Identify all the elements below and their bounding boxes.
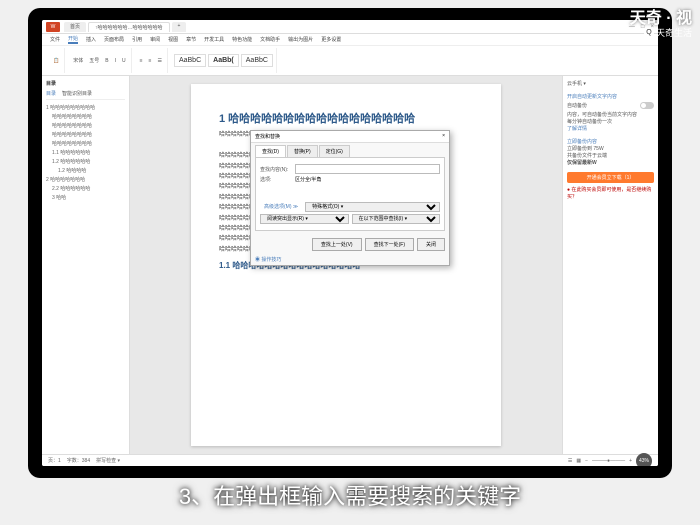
tips-link[interactable]: ◉ 操作技巧	[251, 254, 449, 265]
titlebar: W 首页 ↑哈哈哈哈哈哈…哈哈哈哈哈哈 + — □ ×	[42, 20, 658, 34]
info-text: 立即备份到 75W	[567, 145, 654, 152]
autobackup-label: 自动备份	[567, 102, 587, 109]
learn-more-link[interactable]: 了解详情	[567, 125, 654, 132]
menu-more[interactable]: 更多设置	[321, 36, 341, 43]
toc-item[interactable]: 哈哈哈哈哈哈哈哈	[46, 121, 125, 130]
section-header: 立即备份内容	[567, 138, 654, 145]
highlight-select[interactable]: 阅读突出显示(R) ▾	[260, 214, 349, 224]
section-header: 开启自动更新文字内容	[567, 93, 654, 100]
status-page: 页：1	[48, 457, 61, 464]
menu-file[interactable]: 文件	[50, 36, 60, 43]
bold-icon[interactable]: B	[103, 57, 110, 65]
underline-icon[interactable]: U	[120, 57, 128, 65]
ribbon: 📋 宋体 五号 B I U ≡ ≡ ☰ AaBbC AaBb( AaBbC	[42, 46, 658, 76]
view-mode-icon[interactable]: ▦	[576, 458, 581, 464]
info-text: 共备份文件于云端	[567, 152, 654, 159]
toc-item[interactable]: 哈哈哈哈哈哈哈哈	[46, 112, 125, 121]
advanced-link[interactable]: 高级选项(M) ≫	[260, 201, 302, 212]
hint-text: 内容，可自动备份当前文字内容	[567, 111, 654, 118]
close-button[interactable]: 关闭	[417, 238, 445, 251]
dialog-title: 查找和替换	[255, 133, 280, 140]
status-wordcount: 字数：384	[67, 457, 90, 464]
toc-item[interactable]: 1.2 哈哈哈哈	[46, 166, 125, 175]
special-format-select[interactable]: 特殊格式(O) ▾	[305, 202, 440, 212]
font-select[interactable]: 宋体	[71, 56, 85, 65]
dialog-tab-find[interactable]: 查找(D)	[255, 145, 286, 157]
dialog-tab-goto[interactable]: 定位(G)	[319, 145, 350, 157]
sidebar-title: 目录	[46, 80, 125, 87]
align-left-icon[interactable]: ≡	[138, 57, 145, 65]
menu-view[interactable]: 视图	[168, 36, 178, 43]
app-logo: W	[46, 22, 60, 32]
menu-home[interactable]: 开始	[68, 35, 78, 44]
tab-home[interactable]: 首页	[64, 22, 86, 32]
tutorial-caption: 3、在弹出框输入需要搜索的关键字	[0, 479, 700, 511]
align-center-icon[interactable]: ≡	[147, 57, 154, 65]
right-panel: 云手机 ▾ 开启自动更新文字内容 自动备份 内容，可自动备份当前文字内容 每分钟…	[562, 76, 658, 454]
app-window: W 首页 ↑哈哈哈哈哈哈…哈哈哈哈哈哈 + — □ × 文件 开始 插入 页面布…	[42, 20, 658, 466]
menu-review[interactable]: 审阅	[150, 36, 160, 43]
style-normal[interactable]: AaBbC	[174, 54, 206, 67]
menu-ref[interactable]: 引用	[132, 36, 142, 43]
toc-item[interactable]: 哈哈哈哈哈哈哈哈	[46, 130, 125, 139]
menu-export[interactable]: 输出为图片	[288, 36, 313, 43]
zoom-out-icon[interactable]: −	[585, 458, 588, 464]
dialog-close-icon[interactable]: ×	[442, 133, 445, 140]
toc-item[interactable]: 2 哈哈哈哈哈哈哈	[46, 175, 125, 184]
watermark-sub: 天奇生活	[644, 26, 692, 39]
view-mode-icon[interactable]: ☰	[568, 458, 572, 464]
panel-title[interactable]: 云手机 ▾	[567, 80, 654, 87]
zoom-badge[interactable]: 43%	[636, 453, 652, 467]
nav-sidebar: 目录 目录 智能识别目录 1 哈哈哈哈哈哈哈哈哈 哈哈哈哈哈哈哈哈 哈哈哈哈哈哈…	[42, 76, 130, 454]
footer-hint: ● 在此购买会员即可使用，是否继续购买？	[567, 186, 654, 200]
style-h1[interactable]: AaBb(	[208, 54, 239, 67]
menu-assist[interactable]: 文档助手	[260, 36, 280, 43]
toc-item[interactable]: 3 哈哈	[46, 193, 125, 202]
autobackup-toggle[interactable]	[640, 102, 654, 109]
monitor-frame: W 首页 ↑哈哈哈哈哈哈…哈哈哈哈哈哈 + — □ × 文件 开始 插入 页面布…	[28, 8, 672, 478]
statusbar: 页：1 字数：384 拼写检查 ▾ ☰ ▦ − ———●——— + 43%	[42, 454, 658, 466]
toc-list: 1 哈哈哈哈哈哈哈哈哈 哈哈哈哈哈哈哈哈 哈哈哈哈哈哈哈哈 哈哈哈哈哈哈哈哈 哈…	[46, 103, 125, 202]
info-text: 仅保留最新W	[567, 159, 654, 166]
search-in-select[interactable]: 在以下范围中查找(I) ▾	[352, 214, 441, 224]
find-next-button[interactable]: 查找下一处(F)	[365, 238, 414, 251]
dialog-tab-replace[interactable]: 替换(P)	[287, 145, 318, 157]
style-h2[interactable]: AaBbC	[241, 54, 273, 67]
size-select[interactable]: 五号	[87, 56, 101, 65]
find-label: 查找内容(N):	[260, 166, 292, 173]
hint-text: 每分钟自动备份一次	[567, 118, 654, 125]
zoom-slider[interactable]: ———●———	[592, 458, 625, 464]
options-label: 选项:	[260, 176, 292, 183]
tab-new[interactable]: +	[172, 22, 187, 32]
option-text: 区分全/半角	[295, 176, 321, 183]
toc-item[interactable]: 2.2 哈哈哈哈哈哈	[46, 184, 125, 193]
find-replace-dialog: 查找和替换 × 查找(D) 替换(P) 定位(G) 查找内容(N): 选项: 区…	[250, 130, 450, 266]
sidebar-tab-smart[interactable]: 智能识别目录	[62, 90, 92, 97]
menu-dev[interactable]: 开发工具	[204, 36, 224, 43]
menu-insert[interactable]: 插入	[86, 36, 96, 43]
toc-item[interactable]: 1.2 哈哈哈哈哈哈	[46, 157, 125, 166]
menu-section[interactable]: 章节	[186, 36, 196, 43]
heading-1: 1 哈哈哈哈哈哈哈哈哈哈哈哈哈哈哈哈哈	[219, 112, 473, 127]
toc-item[interactable]: 1 哈哈哈哈哈哈哈哈哈	[46, 103, 125, 112]
main-area: 目录 目录 智能识别目录 1 哈哈哈哈哈哈哈哈哈 哈哈哈哈哈哈哈哈 哈哈哈哈哈哈…	[42, 76, 658, 454]
menu-feature[interactable]: 特色功能	[232, 36, 252, 43]
menu-layout[interactable]: 页面布局	[104, 36, 124, 43]
toc-item[interactable]: 1.1 哈哈哈哈哈哈	[46, 148, 125, 157]
status-spellcheck[interactable]: 拼写检查 ▾	[96, 457, 120, 464]
menubar: 文件 开始 插入 页面布局 引用 审阅 视图 章节 开发工具 特色功能 文档助手…	[42, 34, 658, 46]
tab-document[interactable]: ↑哈哈哈哈哈哈…哈哈哈哈哈哈	[88, 22, 170, 32]
sidebar-tab-toc[interactable]: 目录	[46, 90, 56, 97]
watermark-brand: 天奇 · 视	[630, 4, 692, 28]
find-input[interactable]	[295, 164, 440, 174]
list-icon[interactable]: ☰	[155, 57, 163, 65]
toc-item[interactable]: 哈哈哈哈哈哈哈哈	[46, 139, 125, 148]
paste-button[interactable]: 📋	[51, 57, 61, 65]
italic-icon[interactable]: I	[113, 57, 118, 65]
upgrade-button[interactable]: 开通会员立下载（1）	[567, 172, 654, 183]
find-prev-button[interactable]: 查找上一处(V)	[312, 238, 362, 251]
document-viewport[interactable]: 1 哈哈哈哈哈哈哈哈哈哈哈哈哈哈哈哈哈 哈哈哈哈哈哈哈哈哈哈哈哈 哈哈哈哈哈哈哈…	[130, 76, 562, 454]
zoom-in-icon[interactable]: +	[629, 458, 632, 464]
